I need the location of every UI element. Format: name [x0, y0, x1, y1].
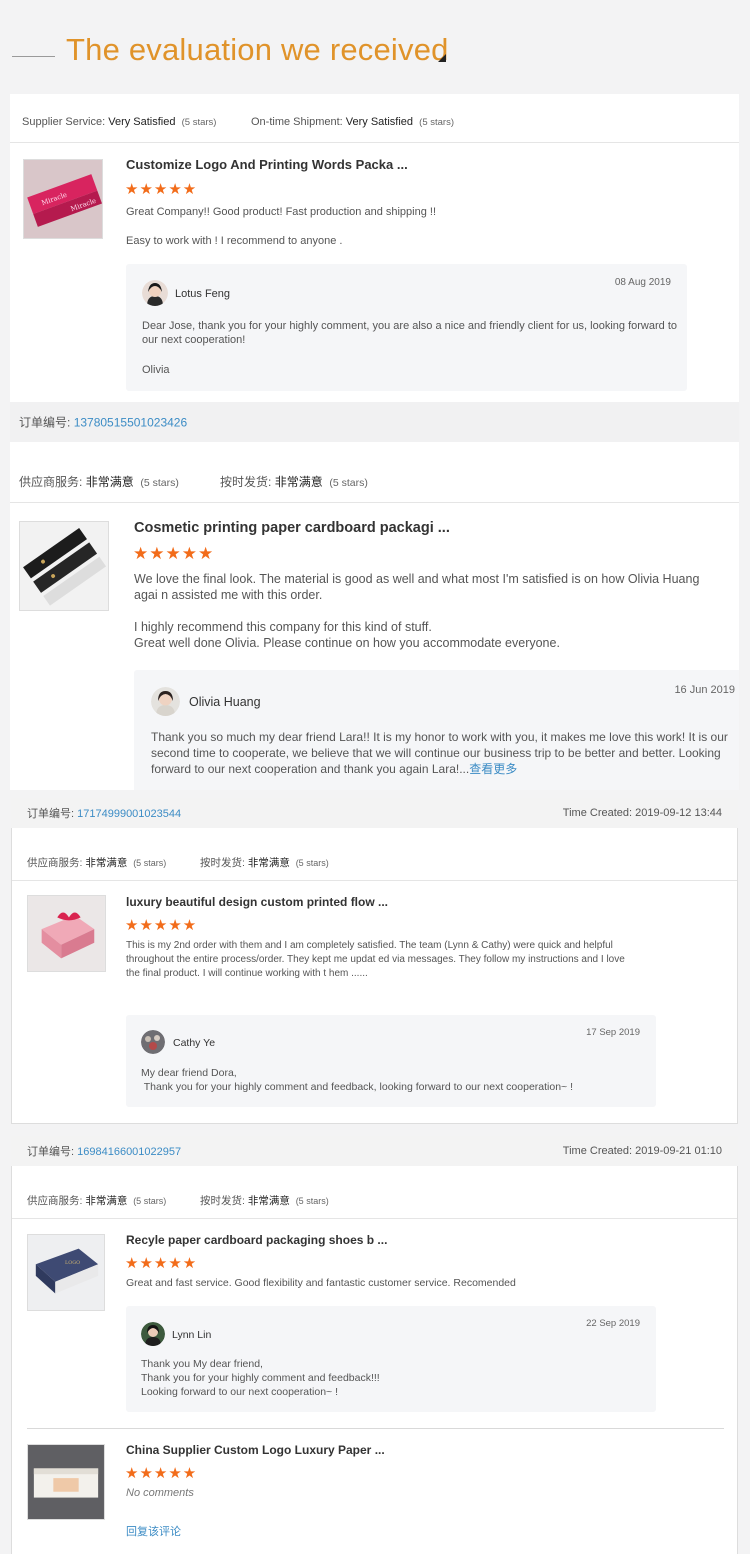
reply-author: Lotus Feng — [175, 288, 231, 300]
pink-gift-box-image — [28, 896, 105, 971]
see-more-link[interactable]: 查看更多 — [469, 762, 517, 776]
time-created: Time Created: 2019-09-21 01:10 — [562, 1145, 722, 1157]
product-title[interactable]: luxury beautiful design custom printed f… — [126, 895, 388, 909]
avatar — [141, 1030, 165, 1054]
divider — [12, 1218, 737, 1219]
reply-signature: Olivia — [142, 364, 170, 376]
review-comment: This is my 2nd order with them and I am … — [126, 940, 625, 979]
review-comment: Great and fast service. Good flexibility… — [126, 1277, 516, 1289]
reply-text: Thank you for your highly comment and fe… — [141, 1081, 574, 1093]
seller-reply: Cathy Ye 17 Sep 2019 My dear friend Dora… — [126, 1015, 656, 1107]
order-header: 订单编号: 16984166001022957 Time Created: 20… — [11, 1136, 738, 1166]
review-comment: Great well done Olivia. Please continue … — [134, 636, 560, 650]
reply-author: Lynn Lin — [172, 1329, 212, 1341]
divider — [12, 880, 737, 881]
product-title[interactable]: Customize Logo And Printing Words Packa … — [126, 157, 408, 172]
page-title: The evaluation we received — [66, 32, 449, 67]
rating-summary: 供应商服务: 非常满意 (5 stars) 按时发货: 非常满意 (5 star… — [27, 855, 727, 869]
supplier-service: 供应商服务: 非常满意 (5 stars) — [19, 475, 179, 489]
rating-summary: 供应商服务: 非常满意 (5 stars) 按时发货: 非常满意 (5 star… — [19, 473, 719, 489]
svg-text:LOGO: LOGO — [65, 1260, 80, 1266]
supplier-service: Supplier Service: Very Satisfied (5 star… — [22, 116, 217, 128]
seller-reply: Lotus Feng 08 Aug 2019 Dear Jose, thank … — [126, 264, 687, 391]
reply-text: Thank you so much my dear friend Lara!! … — [151, 730, 728, 776]
rating-stars: ★★★★★ — [125, 1465, 198, 1482]
product-title[interactable]: Cosmetic printing paper cardboard packag… — [134, 520, 450, 536]
no-comments-text: No comments — [126, 1487, 194, 1499]
white-box-image — [28, 1445, 104, 1519]
product-thumbnail[interactable]: Miracle Miracle — [23, 159, 103, 239]
reply-text: Thank you My dear friend, — [141, 1358, 263, 1370]
reply-text: Thank you for your highly comment and fe… — [141, 1372, 380, 1384]
corner-triangle-icon — [438, 54, 446, 62]
avatar — [141, 1322, 165, 1346]
reply-text: Looking forward to our next cooperation~… — [141, 1386, 338, 1398]
order-number-link[interactable]: 17174999001023544 — [77, 808, 181, 820]
seller-reply: Lynn Lin 22 Sep 2019 Thank you My dear f… — [126, 1306, 656, 1412]
order-number-link[interactable]: 13780515501023426 — [74, 416, 187, 430]
reply-date: 22 Sep 2019 — [586, 1318, 640, 1329]
review-card: 供应商服务: 非常满意 (5 stars) 按时发货: 非常满意 (5 star… — [11, 828, 738, 1124]
reply-author: Olivia Huang — [189, 695, 261, 709]
reply-date: 17 Sep 2019 — [586, 1027, 640, 1038]
product-thumbnail[interactable] — [27, 895, 106, 972]
reply-date: 08 Aug 2019 — [614, 277, 671, 288]
product-thumbnail[interactable] — [27, 1444, 105, 1520]
reply-text: Dear Jose, thank you for your highly com… — [142, 320, 677, 347]
rating-stars: ★★★★★ — [125, 1255, 198, 1272]
section-header: The evaluation we received — [0, 0, 750, 94]
pink-box-image: Miracle Miracle — [24, 160, 102, 238]
product-title[interactable]: Recyle paper cardboard packaging shoes b… — [126, 1233, 387, 1247]
reply-author: Cathy Ye — [173, 1037, 216, 1049]
review-comment: Easy to work with ! I recommend to anyon… — [126, 235, 343, 247]
avatar — [142, 280, 168, 306]
order-number: 订单编号: 16984166001022957 — [27, 1146, 182, 1158]
blue-shoebox-image: LOGO — [28, 1235, 104, 1310]
order-header: 订单编号: 13780515501023426 — [10, 402, 739, 442]
review-card: 供应商服务: 非常满意 (5 stars) 按时发货: 非常满意 (5 star… — [11, 1166, 738, 1554]
review-card: Supplier Service: Very Satisfied (5 star… — [10, 94, 739, 402]
review-comment: I highly recommend this company for this… — [134, 620, 432, 634]
product-thumbnail[interactable] — [19, 521, 109, 611]
product-thumbnail[interactable]: LOGO — [27, 1234, 105, 1311]
product-title[interactable]: China Supplier Custom Logo Luxury Paper … — [126, 1443, 385, 1457]
order-number-link[interactable]: 16984166001022957 — [77, 1146, 181, 1158]
supplier-service: 供应商服务: 非常满意 (5 stars) — [27, 857, 167, 869]
reply-comment-link[interactable]: 回复该评论 — [126, 1523, 181, 1539]
rating-stars: ★★★★★ — [125, 181, 198, 198]
black-box-image — [20, 522, 108, 610]
order-number: 订单编号: 13780515501023426 — [19, 415, 188, 430]
order-number: 订单编号: 17174999001023544 — [27, 808, 182, 820]
divider — [27, 1428, 724, 1429]
header-rule — [12, 56, 55, 57]
reply-date: 16 Jun 2019 — [674, 684, 735, 696]
review-card: 供应商服务: 非常满意 (5 stars) 按时发货: 非常满意 (5 star… — [10, 442, 739, 790]
divider — [10, 142, 739, 143]
reply-text: My dear friend Dora, — [141, 1067, 237, 1079]
rating-summary: 供应商服务: 非常满意 (5 stars) 按时发货: 非常满意 (5 star… — [27, 1193, 727, 1207]
avatar — [151, 687, 180, 716]
on-time-shipment: 按时发货: 非常满意 (5 stars) — [220, 475, 368, 489]
seller-reply: Olivia Huang 16 Jun 2019 Thank you so mu… — [134, 670, 739, 790]
rating-stars: ★★★★★ — [133, 544, 215, 563]
time-created: Time Created: 2019-09-12 13:44 — [562, 807, 722, 819]
review-comment: Great Company!! Good product! Fast produ… — [126, 206, 437, 218]
rating-stars: ★★★★★ — [125, 917, 198, 934]
review-comment: We love the final look. The material is … — [134, 572, 700, 603]
supplier-service: 供应商服务: 非常满意 (5 stars) — [27, 1195, 167, 1207]
on-time-shipment: 按时发货: 非常满意 (5 stars) — [200, 857, 329, 869]
rating-summary: Supplier Service: Very Satisfied (5 star… — [22, 116, 722, 130]
on-time-shipment: On-time Shipment: Very Satisfied (5 star… — [251, 116, 454, 128]
on-time-shipment: 按时发货: 非常满意 (5 stars) — [200, 1195, 329, 1207]
divider — [10, 502, 739, 503]
order-header: 订单编号: 17174999001023544 Time Created: 20… — [11, 798, 738, 828]
